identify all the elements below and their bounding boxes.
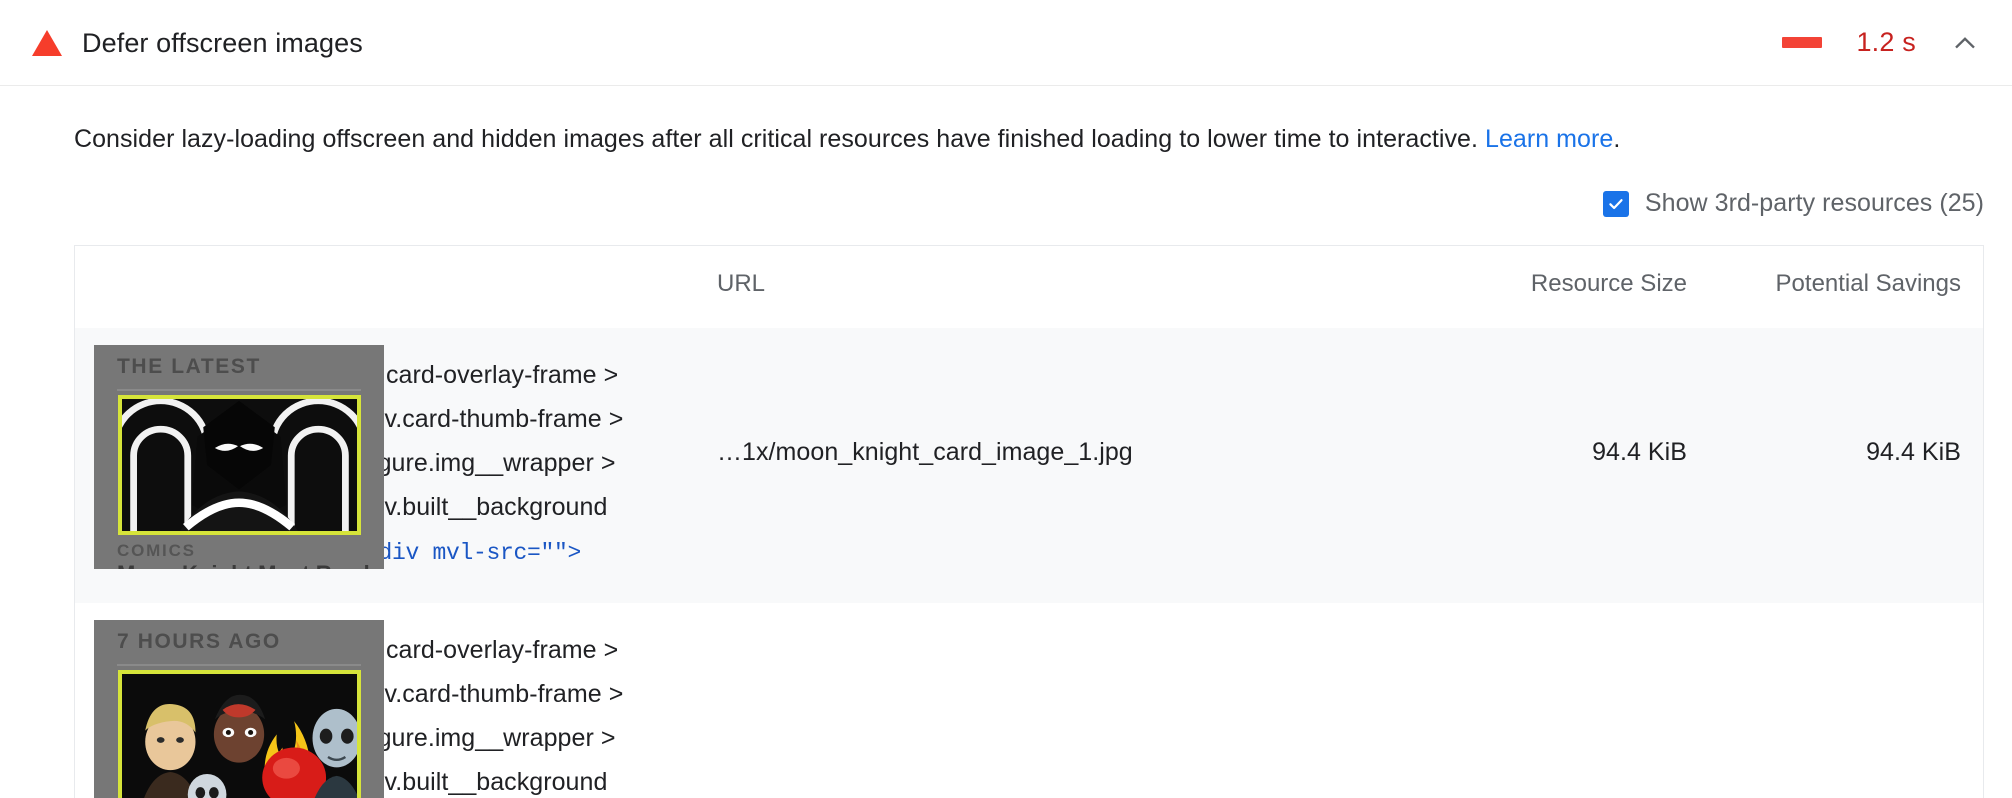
metric-bar-icon — [1782, 37, 1823, 48]
thumbnail-divider — [117, 389, 361, 391]
column-header-resource-size[interactable]: Resource Size — [1445, 246, 1715, 328]
thumbnail-kicker: THE LATEST — [117, 355, 261, 378]
row-thumbnail-cell: 7 HOURS AGO — [75, 603, 384, 798]
row-url-cell[interactable] — [705, 603, 1445, 798]
row-selector-cell: a.card-overlay-frame > div.card-thumb-fr… — [365, 603, 705, 798]
audit-description: Consider lazy-loading offscreen and hidd… — [0, 86, 2012, 156]
table-header-row: URL Resource Size Potential Savings — [75, 246, 1983, 328]
column-header-selector — [365, 246, 705, 328]
audit-description-text: Consider lazy-loading offscreen and hidd… — [74, 125, 1485, 153]
table-row[interactable]: THE LATEST COMICS a.card-overlay-frame >… — [75, 328, 1983, 603]
column-header-potential-savings[interactable]: Potential Savings — [1715, 246, 1983, 328]
learn-more-link[interactable]: Learn more — [1485, 125, 1613, 153]
audit-panel: Defer offscreen images 1.2 s Consider la… — [0, 0, 2012, 798]
resource-table-head: URL Resource Size Potential Savings — [75, 246, 1983, 328]
resource-table: URL Resource Size Potential Savings THE … — [75, 246, 1983, 798]
third-party-checkbox[interactable] — [1602, 190, 1629, 217]
third-party-label: Show 3rd-party resources (25) — [1644, 189, 1984, 217]
thumbnail-headline: Moon Knight Must Reads — [117, 561, 382, 569]
column-header-thumbnail — [75, 246, 365, 328]
audit-metric-value: 1.2 s — [1856, 27, 1916, 57]
audit-description-period: . — [1613, 125, 1621, 153]
dom-selector-text: a.card-overlay-frame > div.card-thumb-fr… — [365, 636, 624, 796]
comic-characters-cover-art — [118, 670, 361, 798]
column-header-url[interactable]: URL — [705, 246, 1445, 328]
resource-table-body: THE LATEST COMICS a.card-overlay-frame >… — [75, 328, 1983, 798]
row-selector-cell: a.card-overlay-frame > div.card-thumb-fr… — [365, 328, 705, 603]
resource-thumbnail: 7 HOURS AGO — [94, 620, 384, 798]
dom-selector-text: a.card-overlay-frame > div.card-thumb-fr… — [365, 361, 624, 521]
moon-knight-cover-art — [118, 395, 361, 535]
third-party-toggle-row[interactable]: Show 3rd-party resources (25) — [0, 156, 2012, 218]
thumbnail-divider — [117, 664, 361, 666]
row-resource-size-cell: 94.4 KiB — [1592, 438, 1687, 466]
resource-table-container: URL Resource Size Potential Savings THE … — [74, 245, 1984, 798]
row-resource-size-cell — [1445, 603, 1715, 798]
dom-node-snippet[interactable]: <div mvl-src=""> — [365, 531, 689, 575]
row-thumbnail-cell: THE LATEST COMICS — [75, 328, 384, 603]
thumbnail-category: COMICS — [117, 541, 196, 560]
table-row[interactable]: 7 HOURS AGO a.card-overlay-frame > div.c… — [75, 603, 1983, 798]
chevron-up-icon[interactable] — [1950, 28, 1980, 58]
row-potential-savings-cell — [1715, 603, 1983, 798]
audit-header[interactable]: Defer offscreen images 1.2 s — [0, 0, 2012, 86]
row-url-cell[interactable]: …1x/moon_knight_card_image_1.jpg — [705, 328, 1445, 603]
row-potential-savings-cell: 94.4 KiB — [1866, 438, 1961, 466]
resource-thumbnail: THE LATEST COMICS — [94, 345, 384, 569]
audit-title: Defer offscreen images — [82, 27, 363, 58]
thumbnail-kicker: 7 HOURS AGO — [117, 630, 281, 653]
audit-header-right: 1.2 s — [1782, 27, 1980, 58]
warning-triangle-icon — [30, 26, 64, 60]
